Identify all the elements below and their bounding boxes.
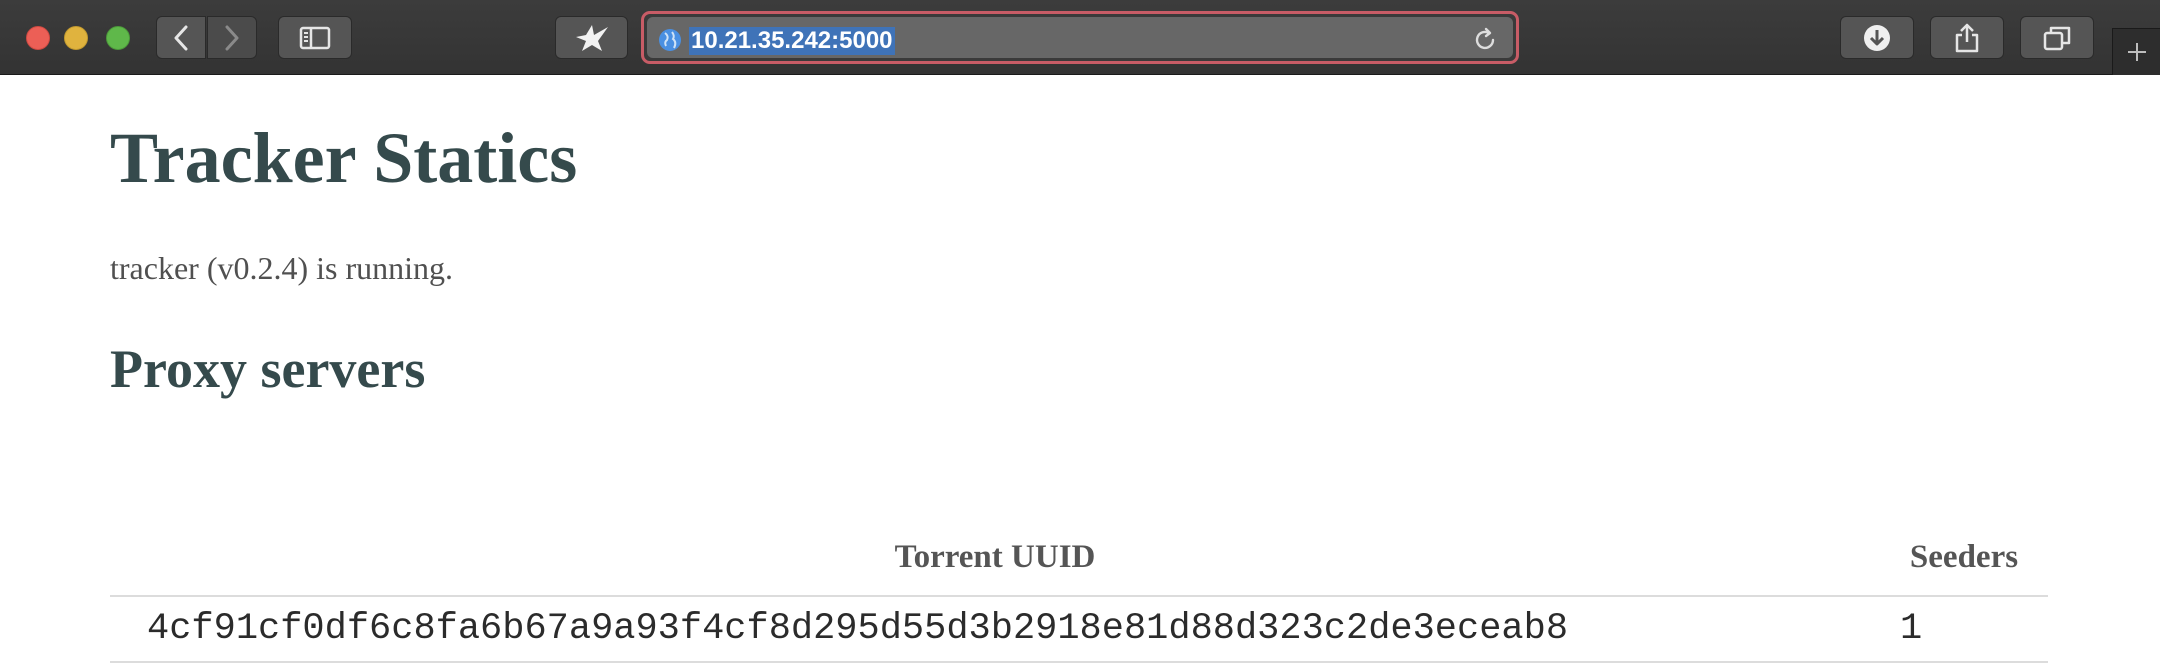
browser-toolbar: 10.21.35.242:5000	[0, 0, 2160, 75]
share-button[interactable]	[1930, 16, 2004, 59]
bird-icon	[575, 24, 608, 51]
minimize-window-button[interactable]	[64, 26, 88, 50]
page-content: Tracker Statics tracker (v0.2.4) is runn…	[0, 76, 2160, 663]
section-title: Proxy servers	[110, 339, 426, 399]
forward-button[interactable]	[207, 16, 257, 59]
column-header-seeders: Seeders	[1880, 520, 2048, 597]
share-icon	[1955, 23, 1979, 52]
address-bar[interactable]: 10.21.35.242:5000	[641, 11, 1519, 64]
back-button[interactable]	[156, 16, 206, 59]
globe-icon	[659, 29, 681, 51]
tab-overview-button[interactable]	[2020, 16, 2094, 59]
proxy-servers-table: Torrent UUID Seeders 4cf91cf0df6c8fa6b67…	[110, 520, 2048, 663]
url-text[interactable]: 10.21.35.242:5000	[689, 27, 895, 55]
zoom-window-button[interactable]	[106, 26, 130, 50]
address-field[interactable]: 10.21.35.242:5000	[647, 17, 1513, 58]
chevron-right-icon	[225, 25, 239, 50]
reload-icon[interactable]	[1471, 26, 1499, 54]
sidebar-icon	[299, 26, 331, 49]
downloads-button[interactable]	[1840, 16, 1914, 59]
page-title: Tracker Statics	[110, 118, 578, 198]
new-tab-button[interactable]	[2112, 28, 2160, 75]
table-row: 4cf91cf0df6c8fa6b67a9a93f4cf8d295d55d3b2…	[110, 596, 2048, 663]
download-icon	[1864, 24, 1890, 51]
status-text: tracker (v0.2.4) is running.	[110, 250, 454, 286]
close-window-button[interactable]	[26, 26, 50, 50]
seeders-cell: 1	[1880, 596, 2048, 663]
table-header-row: Torrent UUID Seeders	[110, 520, 2048, 597]
plus-icon	[2127, 43, 2146, 61]
tabs-icon	[2043, 26, 2071, 50]
chevron-left-icon	[174, 25, 188, 50]
sidebar-button[interactable]	[278, 16, 352, 59]
torrent-uuid-cell: 4cf91cf0df6c8fa6b67a9a93f4cf8d295d55d3b2…	[110, 596, 1880, 663]
extension-button[interactable]	[555, 16, 628, 59]
column-header-torrent-uuid: Torrent UUID	[110, 520, 1880, 597]
